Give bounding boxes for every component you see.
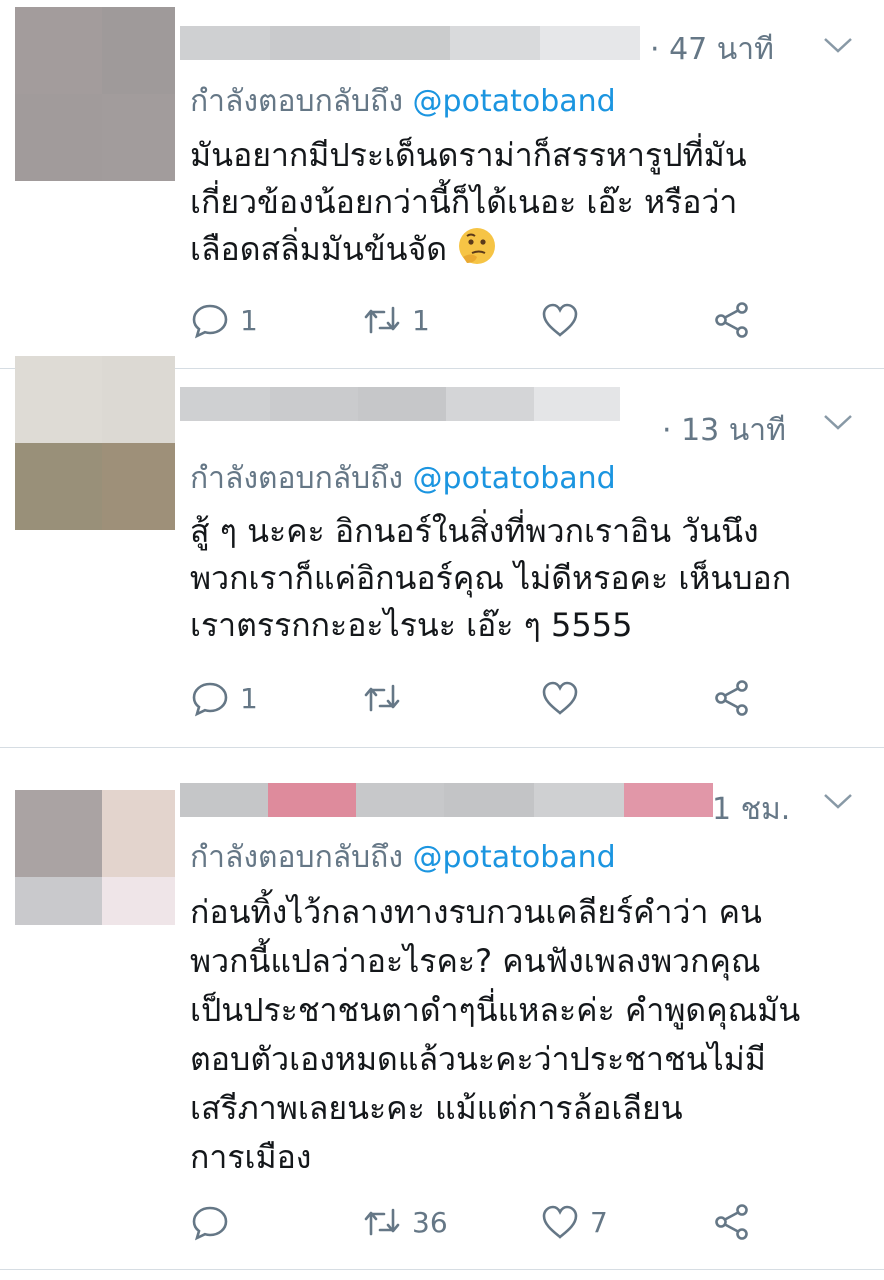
like-button[interactable]	[540, 298, 590, 342]
replying-to: กำลังตอบกลับถึง @potatoband	[190, 78, 616, 125]
retweet-button[interactable]: 1	[362, 298, 430, 342]
tweet-actions: 36 7	[190, 1200, 790, 1244]
share-icon	[715, 1204, 748, 1240]
retweet-icon	[364, 306, 400, 334]
text-line: ตอบตัวเองหมดแล้วนะคะว่าประชาชนไม่มี	[190, 1040, 766, 1078]
reply-button[interactable]: 1	[190, 676, 258, 720]
text-line: เลือดสลิ่มมันข้นจัด	[190, 226, 870, 273]
heart-icon	[542, 681, 578, 715]
tweet-3[interactable]: 1 ชม. กำลังตอบกลับถึง @potatoband ก่อนทิ…	[0, 748, 884, 1270]
share-button[interactable]	[712, 298, 752, 342]
avatar[interactable]	[15, 7, 175, 181]
replying-to-label: กำลังตอบกลับถึง	[190, 840, 403, 875]
heart-icon	[542, 1205, 578, 1239]
retweet-count: 36	[412, 1205, 448, 1239]
text-line: เราตรรกกะอะไรนะ เอ๊ะ ๆ 5555	[190, 606, 633, 644]
text-line: มันอยากมีประเด็นดราม่าก็สรรหารูปที่มัน	[190, 136, 747, 174]
like-count: 7	[590, 1205, 608, 1239]
reply-button[interactable]: 1	[190, 298, 258, 342]
share-button[interactable]	[712, 1200, 752, 1244]
reply-icon	[192, 304, 228, 339]
retweet-button[interactable]: 36	[362, 1200, 448, 1244]
retweet-icon	[364, 1208, 400, 1236]
replying-to-label: กำลังตอบกลับถึง	[190, 461, 403, 496]
thinking-face-icon	[459, 228, 496, 264]
tweet-divider	[0, 1269, 884, 1270]
text-line: การเมือง	[190, 1138, 312, 1176]
timestamp[interactable]: · 47 นาที	[650, 26, 774, 73]
author-name[interactable]	[180, 783, 713, 817]
author-name[interactable]	[180, 387, 620, 421]
tweet-actions: 1	[190, 676, 790, 720]
retweet-icon	[364, 684, 400, 712]
text-line: ก่อนทิ้งไว้กลางทางรบกวนเคลียร์คำว่า คน	[190, 893, 762, 931]
reply-icon	[192, 682, 228, 717]
retweet-button[interactable]	[362, 676, 412, 720]
reply-icon	[192, 1206, 228, 1241]
text-line: เกี่ยวข้องน้อยกว่านี้ก็ได้เนอะ เอ๊ะ หรือ…	[190, 183, 738, 221]
text-line: สู้ ๆ นะคะ อิกนอร์ในสิ่งที่พวกเราอิน วัน…	[190, 512, 759, 550]
like-button[interactable]	[540, 676, 590, 720]
share-icon	[715, 680, 748, 716]
replying-to: กำลังตอบกลับถึง @potatoband	[190, 455, 616, 502]
avatar[interactable]	[15, 356, 175, 530]
mention-link[interactable]: @potatoband	[413, 84, 616, 119]
tweet-actions: 1 1	[190, 298, 790, 342]
timestamp[interactable]: · 13 นาที	[662, 407, 786, 454]
mention-link[interactable]: @potatoband	[413, 840, 616, 875]
chevron-down-icon[interactable]	[820, 30, 856, 60]
tweet-text: มันอยากมีประเด็นดราม่าก็สรรหารูปที่มัน เ…	[190, 132, 870, 273]
heart-icon	[542, 303, 578, 337]
retweet-count: 1	[412, 303, 430, 337]
text-line: พวกนี้แปลว่าอะไรคะ? คนฟังเพลงพวกคุณ	[190, 942, 761, 980]
text-line: พวกเราก็แค่อิกนอร์คุณ ไม่ดีหรอคะ เห็นบอก	[190, 559, 792, 597]
replying-to-label: กำลังตอบกลับถึง	[190, 84, 403, 119]
author-name[interactable]	[180, 26, 640, 60]
reply-count: 1	[240, 303, 258, 337]
chevron-down-icon[interactable]	[820, 407, 856, 437]
reply-count: 1	[240, 681, 258, 715]
replying-to: กำลังตอบกลับถึง @potatoband	[190, 834, 616, 881]
share-button[interactable]	[712, 676, 752, 720]
avatar[interactable]	[15, 790, 175, 925]
mention-link[interactable]: @potatoband	[413, 461, 616, 496]
tweet-2[interactable]: · 13 นาที กำลังตอบกลับถึง @potatoband สู…	[0, 356, 884, 748]
tweet-text: สู้ ๆ นะคะ อิกนอร์ในสิ่งที่พวกเราอิน วัน…	[190, 508, 870, 649]
text-line: เป็นประชาชนตาดำๆนี่แหละค่ะ คำพูดคุณมัน	[190, 991, 801, 1029]
chevron-down-icon[interactable]	[820, 786, 856, 816]
share-icon	[715, 302, 748, 338]
like-button[interactable]: 7	[540, 1200, 608, 1244]
tweet-text: ก่อนทิ้งไว้กลางทางรบกวนเคลียร์คำว่า คน พ…	[190, 888, 870, 1182]
timestamp[interactable]: 1 ชม.	[712, 786, 790, 833]
text-line: เสรีภาพเลยนะคะ แม้แต่การล้อเลียน	[190, 1089, 683, 1127]
reply-button[interactable]	[190, 1200, 240, 1244]
tweet-1[interactable]: · 47 นาที กำลังตอบกลับถึง @potatoband มั…	[0, 0, 884, 369]
